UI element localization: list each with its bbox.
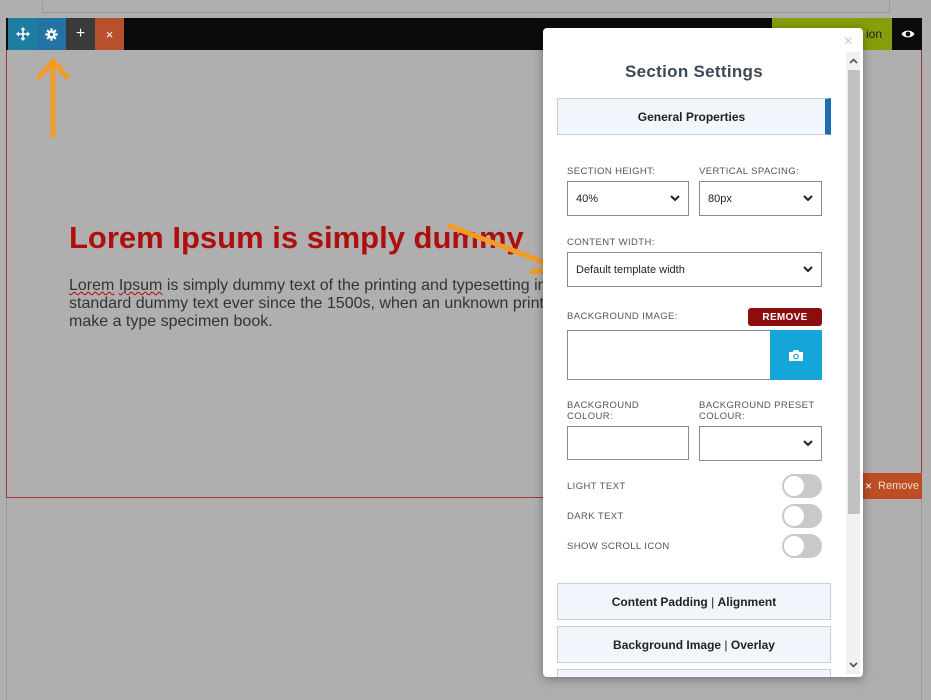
background-preset-select[interactable] <box>699 426 822 461</box>
background-preset-label: BACKGROUND PRESET COLOUR: <box>699 400 815 422</box>
overlay-label: Overlay <box>730 637 775 652</box>
light-text-toggle[interactable] <box>782 474 822 498</box>
close-icon: × <box>105 26 114 42</box>
content-width-select[interactable]: Default template width <box>567 252 822 287</box>
remove-block-label: Remove <box>878 480 919 492</box>
camera-icon <box>789 350 803 361</box>
vertical-spacing-select[interactable]: 80px <box>699 181 822 216</box>
spellcheck-word: Ipsum <box>118 277 163 294</box>
background-colour-input[interactable] <box>567 426 689 460</box>
background-preset-label-line: COLOUR: <box>699 411 746 422</box>
alignment-label: Alignment <box>717 594 777 609</box>
general-properties-label: General Properties <box>637 109 746 124</box>
background-preset-label-line: BACKGROUND PRESET <box>699 400 815 411</box>
preview-button[interactable] <box>893 18 922 50</box>
scroll-down-arrow[interactable] <box>846 658 860 672</box>
separator: | <box>724 637 728 652</box>
section-height-label: SECTION HEIGHT: <box>567 166 656 177</box>
hero-body: Lorem Ipsum is simply dummy text of the … <box>69 277 544 331</box>
next-tab-partial[interactable] <box>557 669 831 677</box>
modal-scrollbar[interactable] <box>846 52 860 674</box>
delete-section-button[interactable]: × <box>95 18 124 50</box>
upper-section-outline <box>42 0 890 13</box>
gear-icon <box>45 27 58 41</box>
spellcheck-word: Lorem <box>69 277 115 294</box>
hero-body-line: make a type specimen book. <box>69 313 273 330</box>
general-properties-tab[interactable]: General Properties <box>557 98 831 135</box>
chevron-down-icon <box>803 266 813 273</box>
section-height-select[interactable]: 40% <box>567 181 689 216</box>
upload-image-button[interactable] <box>770 330 822 380</box>
add-element-button[interactable]: + <box>66 18 95 50</box>
section-settings-button[interactable] <box>37 18 66 50</box>
dark-text-toggle[interactable] <box>782 504 822 528</box>
chevron-down-icon <box>803 440 813 447</box>
toggle-knob <box>784 506 804 526</box>
chevron-up-icon <box>848 58 858 64</box>
background-colour-label-line: BACKGROUND <box>567 400 640 411</box>
toggle-knob <box>784 476 804 496</box>
separator: | <box>711 594 715 609</box>
show-scroll-icon-toggle[interactable] <box>782 534 822 558</box>
vertical-spacing-value: 80px <box>708 192 732 205</box>
show-scroll-icon-label: SHOW SCROLL ICON <box>567 541 670 552</box>
plus-icon: + <box>75 25 86 42</box>
background-colour-label-line: COLOUR: <box>567 411 614 422</box>
eye-icon <box>901 30 914 38</box>
toggle-knob <box>784 536 804 556</box>
background-colour-label: BACKGROUND COLOUR: <box>567 400 639 422</box>
annotation-arrow-up <box>36 58 70 139</box>
light-text-label: LIGHT TEXT <box>567 481 626 492</box>
vertical-spacing-label: VERTICAL SPACING: <box>699 166 800 177</box>
top-strip <box>0 0 931 18</box>
background-image-tab-label: Background Image <box>613 637 722 652</box>
move-arrows-icon <box>15 27 30 41</box>
background-image-label: BACKGROUND IMAGE: <box>567 311 678 322</box>
move-section-button[interactable] <box>8 18 37 50</box>
background-image-overlay-tab[interactable]: Background Image | Overlay <box>557 626 831 663</box>
close-icon: × <box>865 479 873 493</box>
content-padding-label: Content Padding <box>611 594 708 609</box>
content-width-value: Default template width <box>576 263 685 276</box>
close-icon[interactable]: × <box>844 33 853 51</box>
section-settings-modal: × Section Settings General Properties SE… <box>543 28 863 677</box>
chevron-down-icon <box>803 195 813 202</box>
background-image-field[interactable] <box>567 330 771 380</box>
remove-background-image-button[interactable]: REMOVE <box>748 308 822 326</box>
scroll-up-arrow[interactable] <box>846 54 860 68</box>
scrollbar-thumb[interactable] <box>848 70 860 514</box>
content-padding-tab[interactable]: Content Padding | Alignment <box>557 583 831 620</box>
chevron-down-icon <box>848 662 858 668</box>
section-height-value: 40% <box>576 192 599 205</box>
content-width-label: CONTENT WIDTH: <box>567 237 655 248</box>
dark-text-label: DARK TEXT <box>567 511 624 522</box>
chevron-down-icon <box>670 195 680 202</box>
add-section-label: ion <box>865 27 882 41</box>
hero-body-line: standard dummy text ever since the 1500s… <box>69 295 544 312</box>
remove-block-button[interactable]: × Remove <box>857 473 922 499</box>
modal-title: Section Settings <box>625 62 763 81</box>
